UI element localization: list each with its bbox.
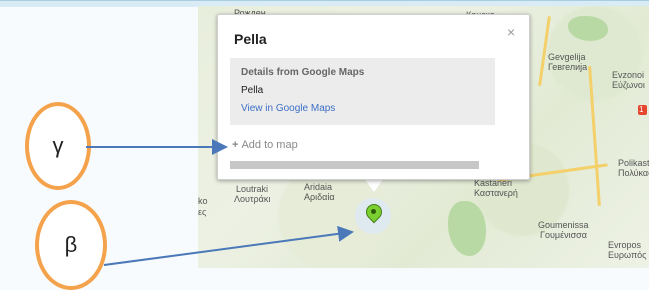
arrow-beta — [103, 225, 354, 266]
annotation-arrows — [86, 139, 354, 266]
